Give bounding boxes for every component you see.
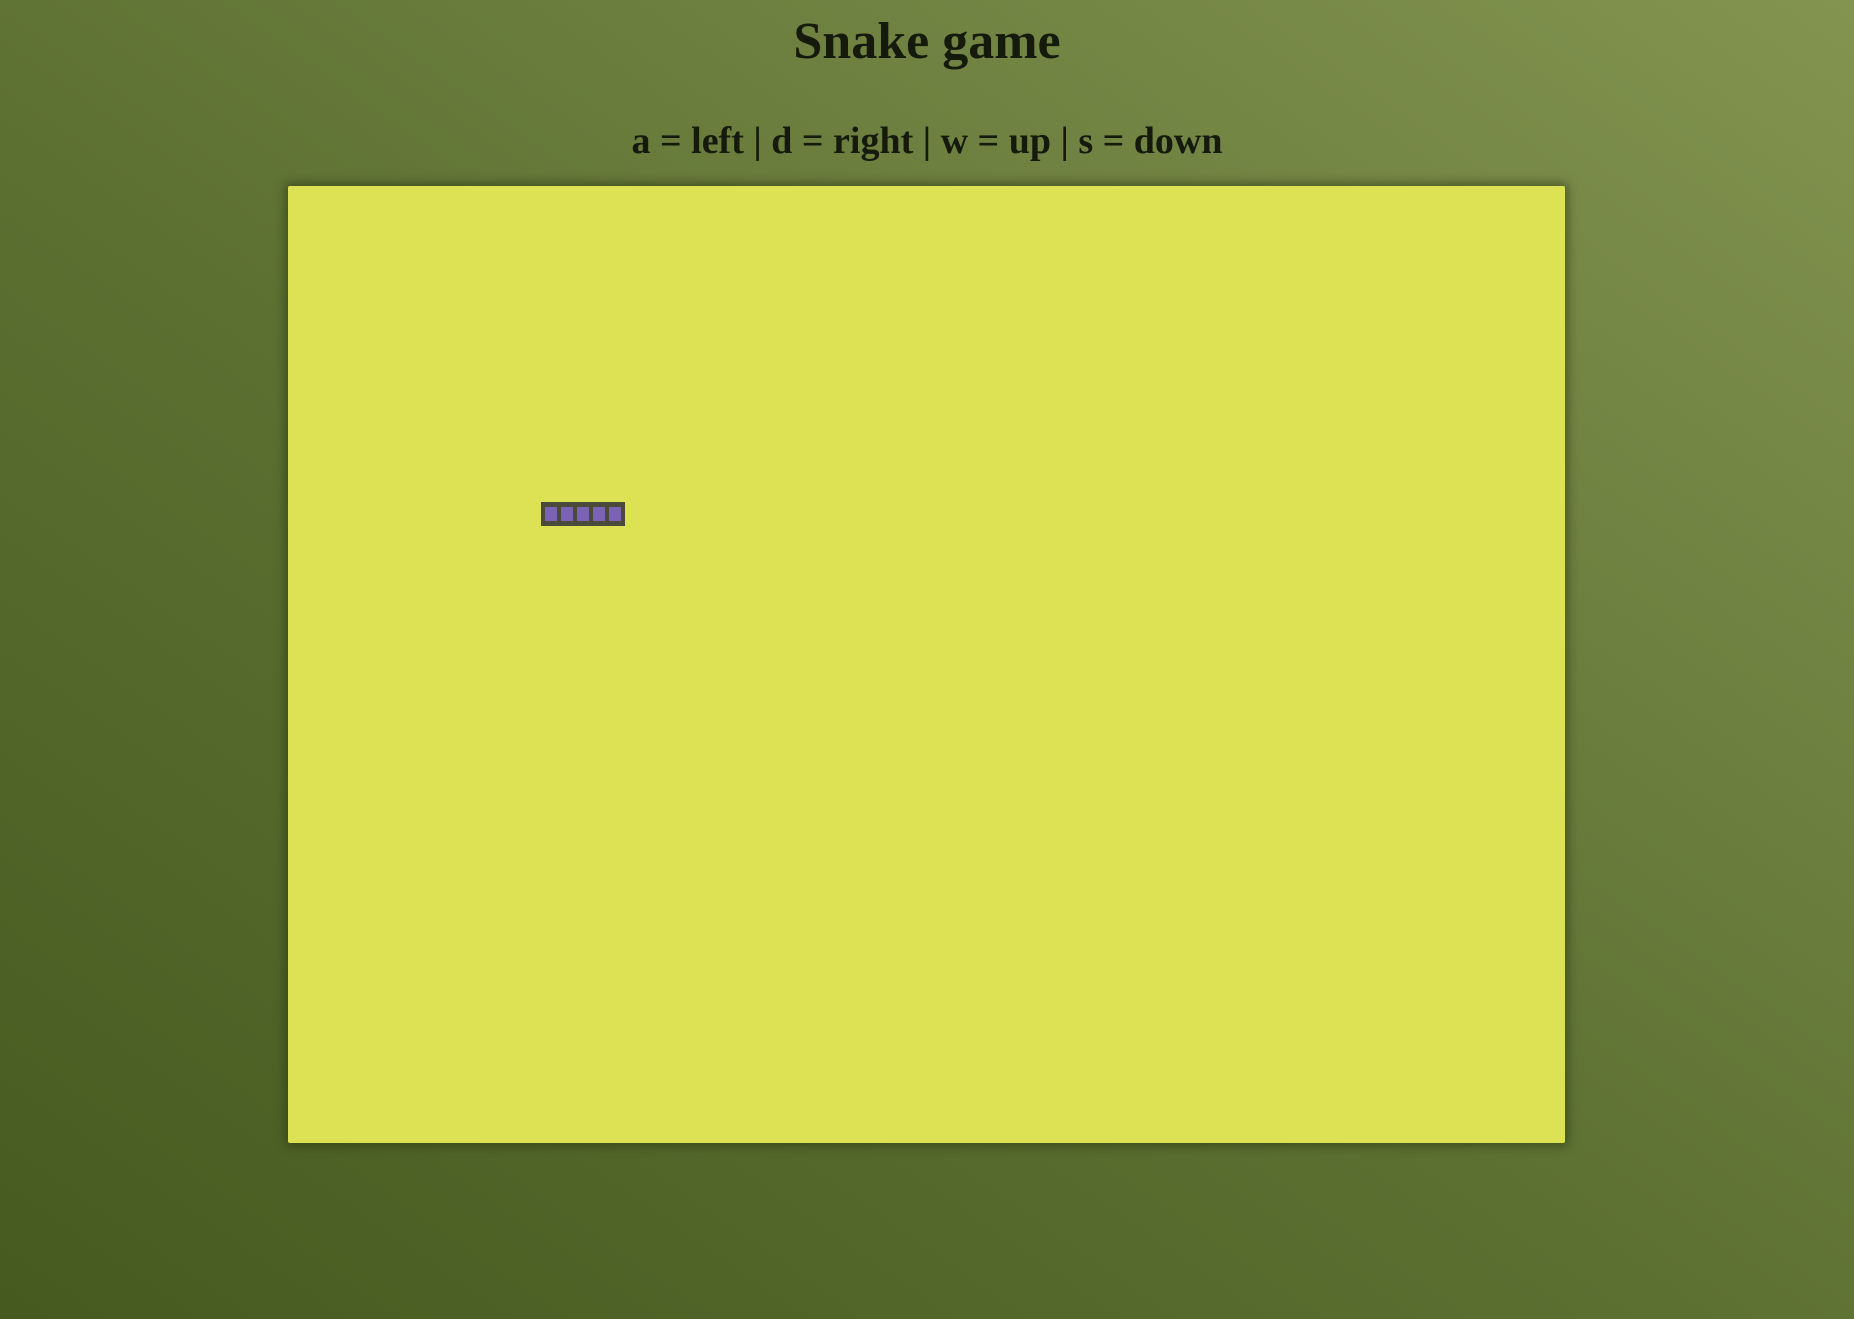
snake-segment: [576, 506, 590, 522]
game-title: Snake game: [793, 13, 1061, 70]
game-board[interactable]: [288, 186, 1565, 1143]
controls-instructions: a = left | d = right | w = up | s = down: [631, 120, 1223, 162]
snake-head: [608, 506, 622, 522]
snake-segment: [560, 506, 574, 522]
snake-segment: [544, 506, 558, 522]
snake-segment: [592, 506, 606, 522]
snake: [541, 502, 625, 526]
